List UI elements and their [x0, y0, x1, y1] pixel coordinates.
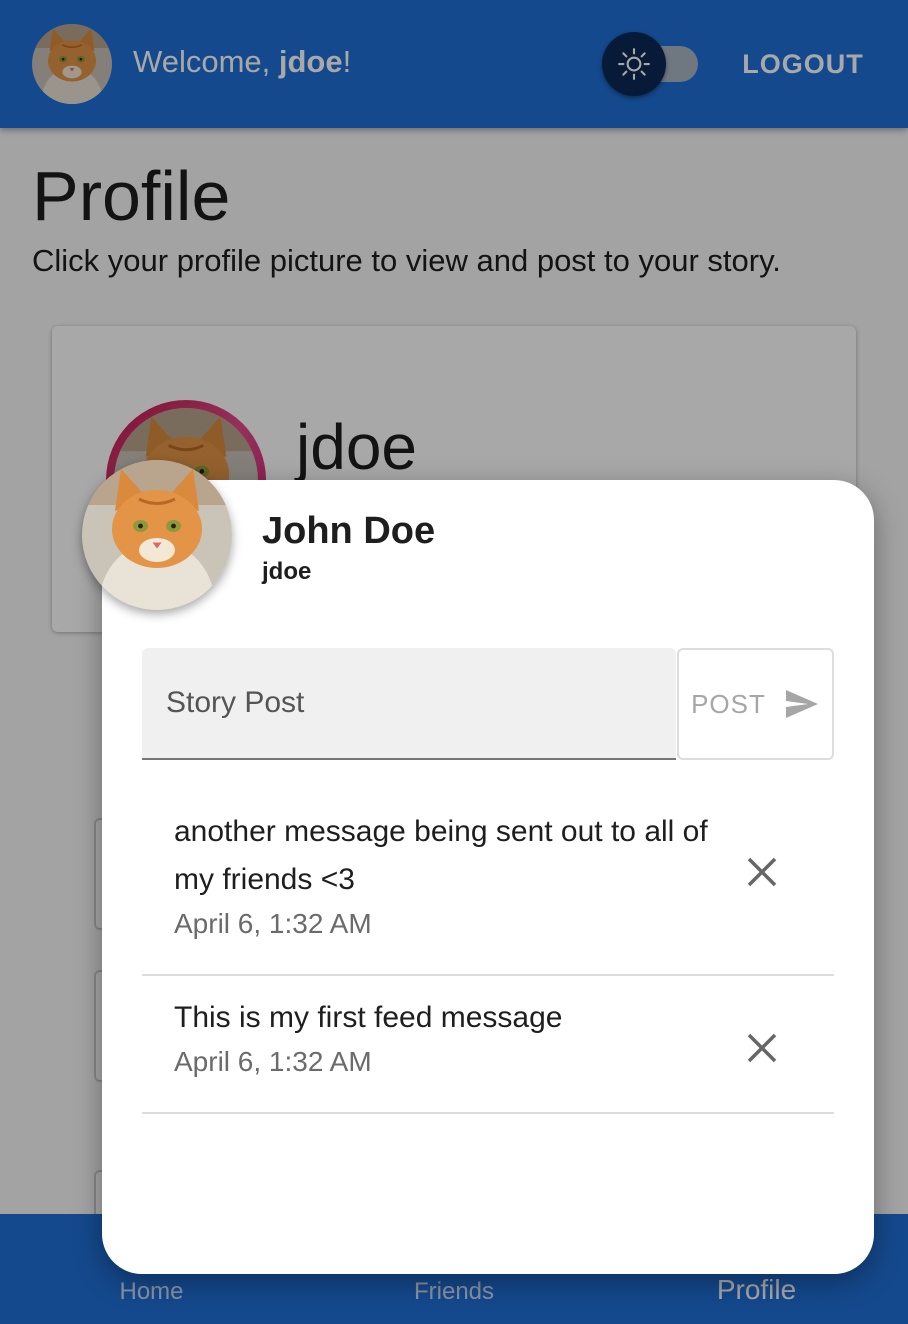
feed-item: This is my first feed message April 6, 1… — [142, 976, 834, 1114]
feed-timestamp: April 6, 1:32 AM — [174, 908, 372, 939]
feed-message: This is my first feed message — [174, 1001, 563, 1034]
feed-item: another message being sent out to all of… — [142, 790, 834, 976]
feed-message: another message being sent out to all of… — [174, 815, 708, 896]
post-button-label: POST — [691, 688, 766, 719]
send-icon — [785, 690, 818, 718]
post-button[interactable]: POST — [677, 648, 834, 760]
story-feed: another message being sent out to all of… — [142, 790, 834, 1114]
story-post-input[interactable] — [142, 648, 676, 760]
close-icon — [747, 857, 777, 887]
close-icon — [747, 1033, 777, 1063]
dialog-full-name: John Doe — [262, 510, 436, 552]
dialog-username: jdoe — [262, 558, 312, 585]
delete-post-button[interactable] — [744, 1030, 780, 1066]
dialog-avatar — [82, 460, 232, 610]
delete-post-button[interactable] — [744, 854, 780, 890]
feed-timestamp: April 6, 1:32 AM — [174, 1046, 372, 1077]
